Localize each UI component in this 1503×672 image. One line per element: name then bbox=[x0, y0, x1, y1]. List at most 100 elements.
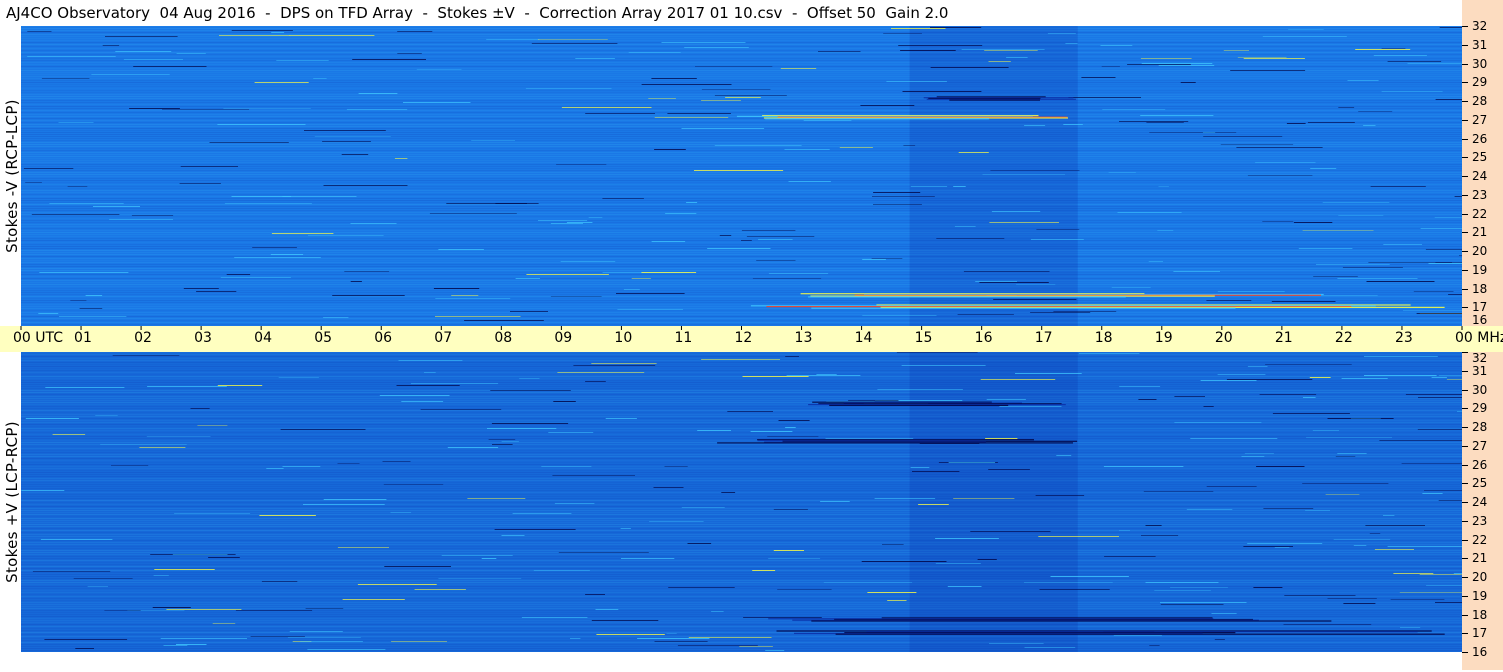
texture-row bbox=[21, 416, 1462, 417]
speckle-mark bbox=[1065, 43, 1078, 44]
speckle-mark bbox=[492, 444, 513, 445]
speckle-mark bbox=[112, 355, 180, 356]
texture-row bbox=[21, 98, 1462, 99]
speckle-mark bbox=[818, 51, 861, 52]
texture-row bbox=[21, 148, 1462, 149]
texture-row bbox=[21, 64, 1462, 65]
texture-row bbox=[21, 298, 1462, 299]
speckle-mark bbox=[1353, 545, 1367, 546]
freq-tick-mark bbox=[1462, 540, 1468, 541]
speckle-mark bbox=[95, 415, 118, 416]
texture-row bbox=[21, 320, 1462, 321]
texture-row bbox=[21, 452, 1462, 453]
speckle-mark bbox=[1236, 147, 1323, 148]
texture-row bbox=[21, 586, 1462, 587]
texture-row bbox=[21, 232, 1462, 233]
texture-row bbox=[21, 476, 1462, 477]
texture-row bbox=[21, 184, 1462, 185]
freq-tick-mark bbox=[1462, 427, 1468, 428]
speckle-mark bbox=[1138, 399, 1157, 400]
texture-row bbox=[21, 244, 1462, 245]
speckle-mark bbox=[49, 203, 124, 204]
texture-row bbox=[21, 228, 1462, 229]
freq-tick-mark bbox=[1462, 446, 1468, 447]
speckle-mark bbox=[152, 607, 191, 608]
texture-row bbox=[21, 484, 1462, 485]
speckle-mark bbox=[209, 142, 289, 143]
texture-row bbox=[21, 520, 1462, 521]
speckle-mark bbox=[1127, 64, 1191, 65]
speckle-mark bbox=[1435, 602, 1462, 603]
texture-row bbox=[21, 426, 1462, 427]
speckle-mark bbox=[1335, 456, 1356, 457]
speckle-mark bbox=[1420, 228, 1462, 229]
speckle-mark bbox=[486, 39, 540, 40]
texture-row bbox=[21, 356, 1462, 357]
speckle-mark bbox=[714, 95, 787, 96]
texture-row bbox=[21, 138, 1462, 139]
speckle-mark bbox=[953, 186, 966, 187]
speckle-mark bbox=[1038, 536, 1119, 537]
speckle-mark bbox=[623, 289, 640, 290]
speckle-mark bbox=[289, 35, 375, 36]
speckle-mark bbox=[1422, 493, 1443, 494]
speckle-mark bbox=[1053, 311, 1117, 312]
texture-row bbox=[21, 226, 1462, 227]
speckle-mark bbox=[768, 273, 829, 274]
chart-title: AJ4CO Observatory 04 Aug 2016 - DPS on T… bbox=[6, 4, 949, 22]
speckle-mark bbox=[487, 428, 557, 429]
speckle-mark bbox=[1274, 547, 1290, 548]
texture-row bbox=[21, 600, 1462, 601]
speckle-mark bbox=[641, 272, 697, 273]
texture-row bbox=[21, 292, 1462, 293]
texture-row bbox=[21, 550, 1462, 551]
top-panel-ylabel-text: Stokes -V (RCP-LCP) bbox=[3, 99, 21, 253]
emission-feature bbox=[765, 118, 990, 120]
speckle-mark bbox=[1446, 379, 1462, 380]
texture-row bbox=[21, 406, 1462, 407]
speckle-mark bbox=[1426, 585, 1462, 586]
speckle-mark bbox=[591, 620, 659, 621]
daytime-region bbox=[909, 352, 1078, 652]
speckle-mark bbox=[910, 467, 930, 468]
speckle-mark bbox=[786, 375, 861, 376]
texture-row bbox=[21, 92, 1462, 93]
texture-row bbox=[21, 154, 1462, 155]
speckle-mark bbox=[668, 587, 735, 588]
speckle-mark bbox=[1145, 525, 1162, 526]
texture-row bbox=[21, 402, 1462, 403]
speckle-mark bbox=[1160, 602, 1247, 603]
freq-tick-mark bbox=[1462, 82, 1468, 83]
speckle-mark bbox=[768, 558, 821, 559]
texture-row bbox=[21, 552, 1462, 553]
speckle-mark bbox=[970, 531, 1051, 532]
speckle-mark bbox=[1387, 546, 1462, 547]
speckle-mark bbox=[379, 395, 450, 396]
freq-tick-mark bbox=[1462, 195, 1468, 196]
freq-tick-mark bbox=[1462, 596, 1468, 597]
speckle-mark bbox=[654, 641, 708, 642]
speckle-mark bbox=[1438, 375, 1462, 376]
texture-row bbox=[21, 222, 1462, 223]
speckle-mark bbox=[697, 430, 731, 431]
speckle-mark bbox=[930, 27, 982, 28]
emission-feature bbox=[949, 99, 1040, 101]
speckle-mark bbox=[1338, 215, 1384, 216]
texture-row bbox=[21, 172, 1462, 173]
freq-tick-label: 31 bbox=[1472, 38, 1488, 52]
speckle-mark bbox=[1416, 313, 1462, 314]
speckle-mark bbox=[1039, 589, 1110, 590]
speckle-mark bbox=[784, 149, 830, 150]
time-tick-label: 14 bbox=[854, 330, 873, 346]
speckle-mark bbox=[1140, 58, 1192, 59]
speckle-mark bbox=[862, 315, 937, 316]
texture-row bbox=[21, 250, 1462, 251]
speckle-mark bbox=[1310, 168, 1337, 169]
speckle-mark bbox=[521, 617, 588, 618]
speckle-mark bbox=[1104, 556, 1156, 557]
freq-tick-label: 24 bbox=[1472, 495, 1488, 509]
texture-row bbox=[21, 612, 1462, 613]
speckle-mark bbox=[1141, 63, 1213, 64]
texture-row bbox=[21, 580, 1462, 581]
texture-row bbox=[21, 642, 1462, 643]
